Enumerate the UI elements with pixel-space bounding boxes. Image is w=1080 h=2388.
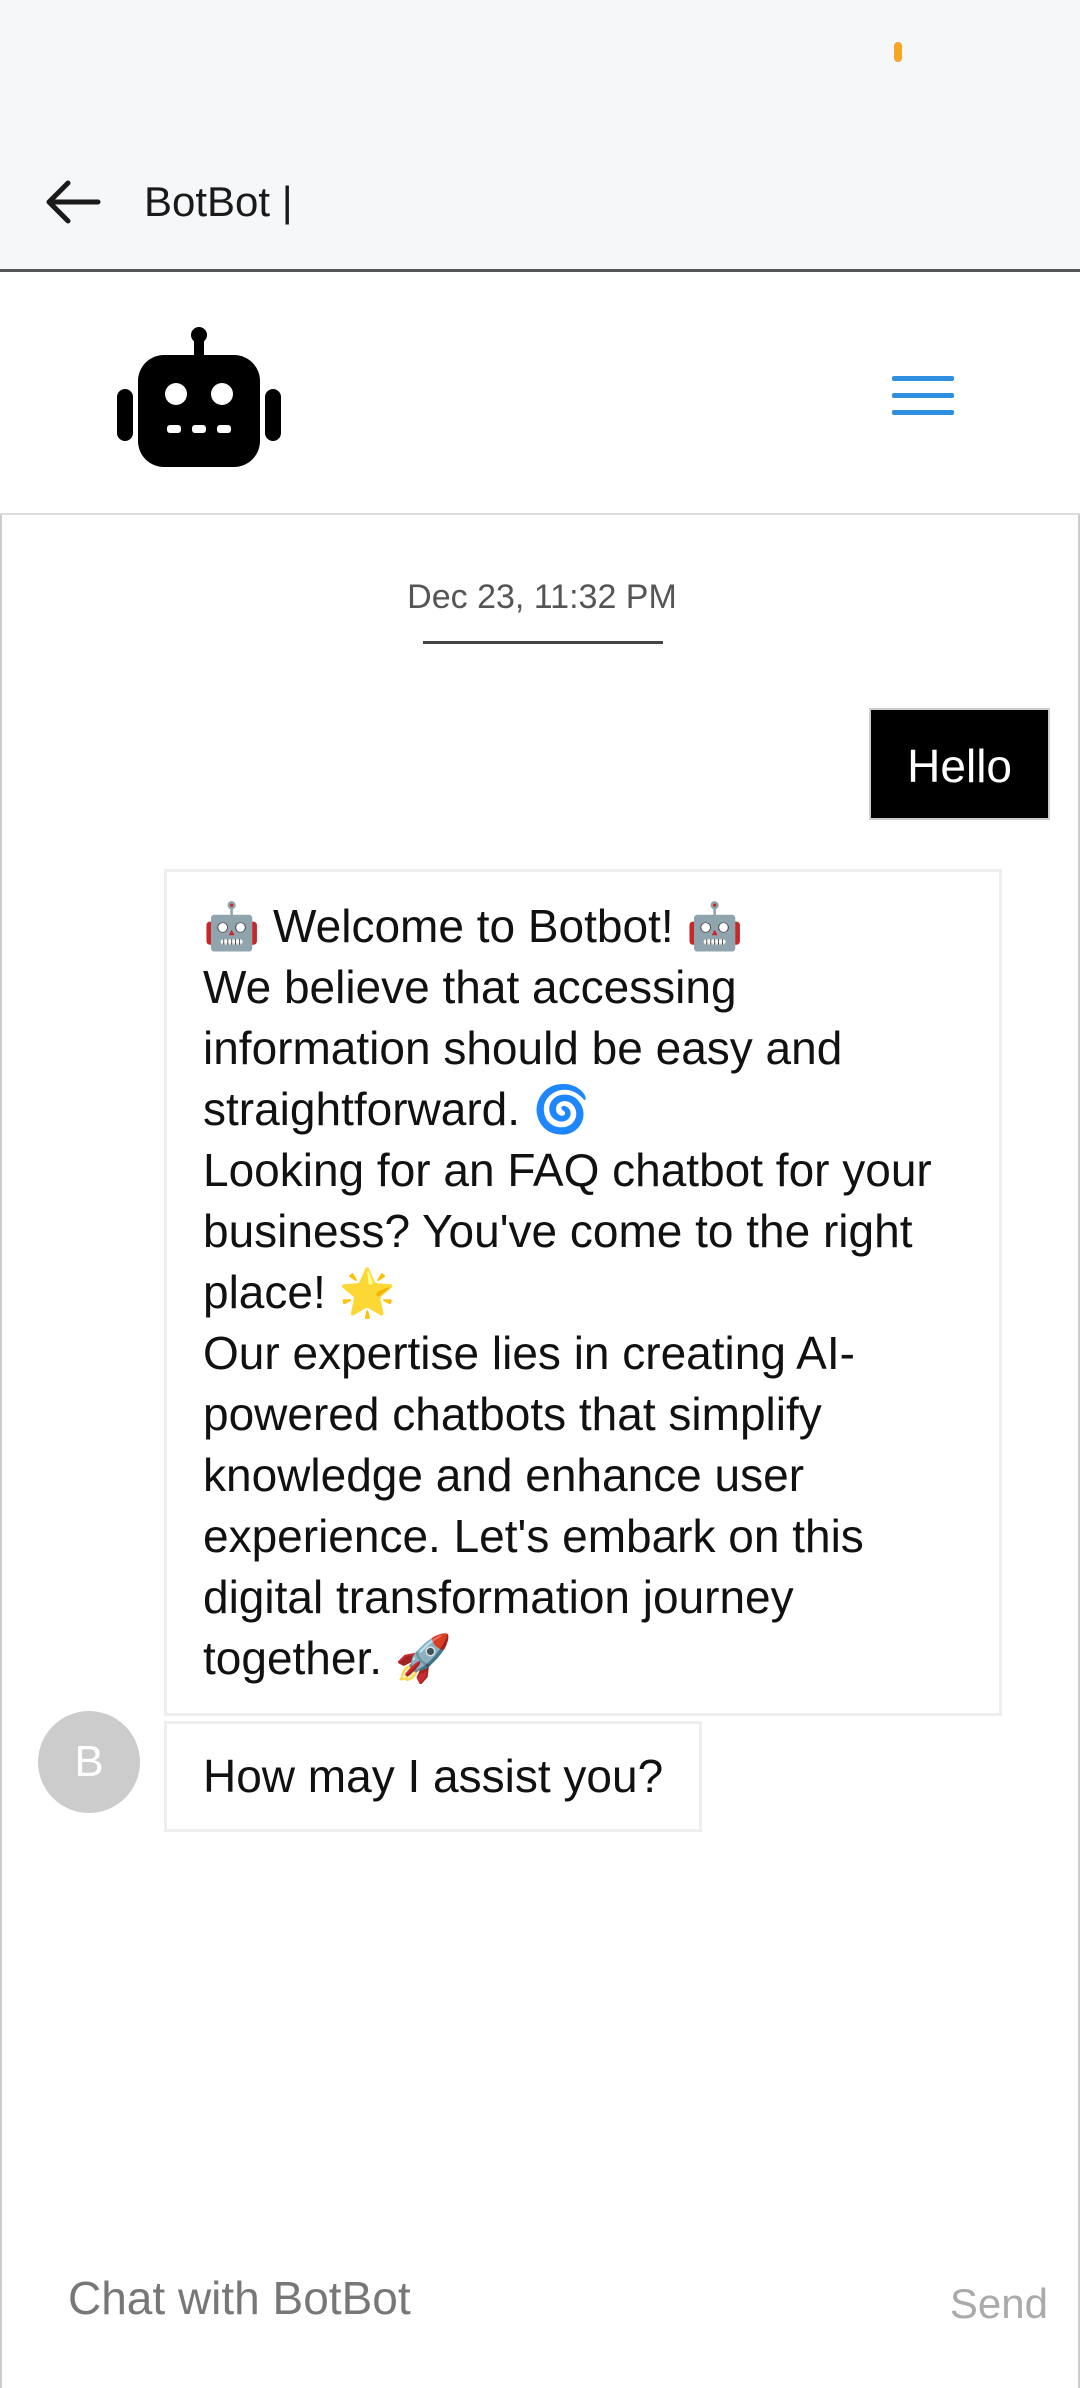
- arrow-left-icon: [46, 180, 101, 224]
- message-line: Looking for an FAQ chatbot for your busi…: [203, 1144, 945, 1318]
- chat-area[interactable]: Dec 23, 11:32 PM Hello 🤖 Welcome to Botb…: [0, 515, 1080, 2388]
- robot-icon: [117, 327, 281, 467]
- status-bar: [0, 0, 1080, 110]
- bot-assist-message: How may I assist you?: [164, 1721, 703, 1832]
- back-button[interactable]: [30, 160, 114, 244]
- bot-welcome-message: 🤖 Welcome to Botbot! 🤖 We believe that a…: [164, 869, 1002, 1716]
- message-line: We believe that accessing information sh…: [203, 961, 856, 1135]
- logo[interactable]: [114, 327, 284, 467]
- chat-timestamp: Dec 23, 11:32 PM: [407, 578, 677, 616]
- chat-input-bar: Send: [2, 2208, 1078, 2388]
- app-bar: BotBot |: [0, 110, 1080, 272]
- menu-button[interactable]: [880, 360, 968, 430]
- message-line: Our expertise lies in creating AI-powere…: [203, 1327, 877, 1684]
- hamburger-menu-icon: [892, 376, 954, 415]
- send-button[interactable]: Send: [950, 2266, 1048, 2342]
- bot-avatar: B: [38, 1711, 140, 1813]
- chat-input[interactable]: [68, 2260, 868, 2336]
- timestamp-underline: [423, 641, 663, 644]
- status-indicator: [894, 42, 902, 62]
- user-message-bubble: Hello: [869, 708, 1050, 820]
- app-title: BotBot |: [144, 178, 293, 225]
- message-line: 🤖 Welcome to Botbot! 🤖: [203, 900, 744, 952]
- site-header: [0, 275, 1080, 515]
